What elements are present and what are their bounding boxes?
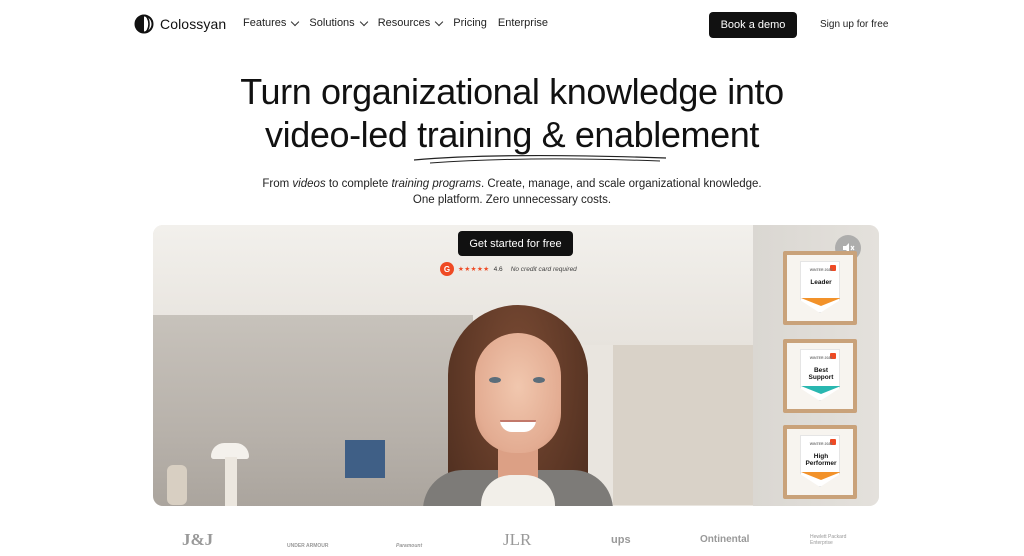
nav-pricing[interactable]: Pricing — [453, 17, 487, 29]
logo-under-armour: UNDER ARMOUR — [287, 543, 329, 549]
chevron-down-icon — [435, 17, 444, 26]
nav-enterprise[interactable]: Enterprise — [498, 17, 548, 29]
g2-badge-leader: WINTER 2025 Leader — [783, 251, 857, 325]
lamp-base — [225, 457, 237, 506]
logo-hpe: Hewlett Packard Enterprise — [810, 534, 847, 546]
sub-em-videos: videos — [292, 178, 326, 190]
books — [345, 440, 385, 478]
badge-shield: WINTER 2025 High Performer — [800, 435, 840, 487]
badge-mat: WINTER 2025 High Performer — [787, 429, 853, 495]
video-bg-shelf — [613, 345, 773, 505]
rating-stars: ★★★★★ — [458, 266, 490, 273]
scribble-underline-icon — [413, 154, 667, 164]
sub-text: . Create, manage, and scale organization… — [480, 178, 762, 190]
presenter-eye — [533, 377, 545, 383]
badge-shield: WINTER 2025 Best Support — [800, 349, 840, 401]
hero-title: Turn organizational knowledge into video… — [0, 70, 1024, 156]
no-credit-card-text: No credit card required — [510, 265, 577, 273]
customer-logos: J&J UNDER ARMOUR Paramount JLR ups Ontin… — [0, 524, 1024, 556]
vase — [167, 465, 187, 505]
nav-links: Features Solutions Resources Pricing Ent… — [243, 17, 559, 29]
badge-stripe — [801, 298, 840, 306]
chevron-down-icon — [359, 17, 368, 26]
logo-jlr: JLR — [503, 530, 532, 549]
sub-text: to complete — [325, 178, 392, 190]
sub-em-training: training programs — [391, 178, 481, 190]
brand-name: Colossyan — [160, 16, 227, 32]
g2-rating: G ★★★★★ 4.6 No credit card required — [440, 262, 577, 276]
hero-title-line1: Turn organizational knowledge into — [240, 71, 784, 112]
badge-mat: WINTER 2025 Leader — [787, 255, 853, 321]
video-bg-concrete — [153, 315, 473, 506]
badge-title: Leader — [810, 279, 832, 286]
g2-badge-best-support: WINTER 2025 Best Support — [783, 339, 857, 413]
nav-features[interactable]: Features — [243, 17, 300, 29]
nav-resources-label: Resources — [377, 17, 431, 29]
get-started-button[interactable]: Get started for free — [458, 231, 573, 256]
nav-resources[interactable]: Resources — [377, 17, 444, 29]
hero-title-line2: video-led training & enablement — [265, 114, 759, 155]
logo-jnj: J&J — [182, 530, 214, 549]
sub-text: From — [262, 178, 293, 190]
nav-enterprise-label: Enterprise — [497, 17, 549, 29]
hero-subtitle: From videos to complete training program… — [0, 176, 1024, 208]
badge-mat: WINTER 2025 Best Support — [787, 343, 853, 409]
top-nav: Colossyan Features Solutions Resources P… — [0, 0, 1024, 50]
badge-season: WINTER 2025 — [809, 442, 833, 446]
logo-ups: ups — [611, 534, 631, 546]
nav-pricing-label: Pricing — [453, 17, 487, 29]
sub-line2: One platform. Zero unnecessary costs. — [412, 194, 612, 206]
badge-season: WINTER 2025 — [809, 356, 833, 360]
brand-logo[interactable]: Colossyan — [134, 14, 226, 34]
book-demo-button[interactable]: Book a demo — [709, 12, 797, 38]
badge-stripe — [801, 472, 840, 480]
chevron-down-icon — [291, 17, 300, 26]
nav-solutions-label: Solutions — [309, 17, 355, 29]
nav-features-label: Features — [243, 17, 287, 29]
nav-solutions[interactable]: Solutions — [309, 17, 368, 29]
badge-stripe — [801, 386, 840, 394]
rating-value: 4.6 — [493, 265, 503, 273]
badge-season: WINTER 2025 — [809, 268, 833, 272]
logo-continental: Ontinental — [700, 534, 750, 545]
logo-paramount: Paramount — [396, 543, 423, 549]
g2-icon: G — [440, 262, 454, 276]
badge-title: Best Support — [808, 367, 834, 381]
badge-title: High Performer — [805, 453, 837, 467]
g2-badge-high-performer: WINTER 2025 High Performer — [783, 425, 857, 499]
signup-link[interactable]: Sign up for free — [820, 19, 888, 30]
presenter-face — [475, 333, 561, 453]
presenter-eye — [489, 377, 501, 383]
colossyan-logo-icon — [134, 14, 154, 34]
badge-shield: WINTER 2025 Leader — [800, 261, 840, 313]
